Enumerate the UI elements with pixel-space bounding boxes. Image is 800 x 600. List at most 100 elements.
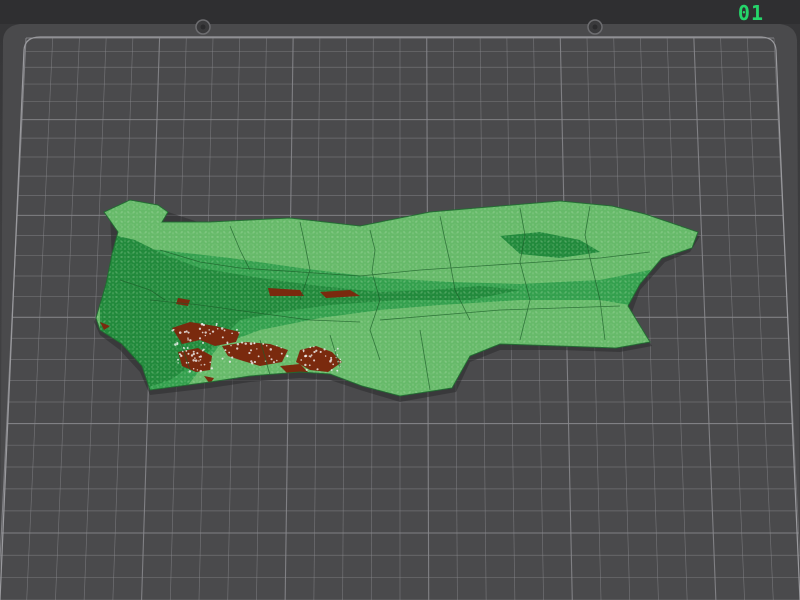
snow-speck [185, 330, 188, 333]
snow-speck [313, 350, 316, 354]
snow-speck [198, 337, 202, 340]
snow-speck [224, 349, 227, 352]
snow-speck [226, 342, 229, 345]
snow-speck [202, 323, 206, 327]
snow-speck [268, 355, 271, 357]
snow-speck [171, 329, 174, 332]
snow-speck [192, 352, 195, 356]
snow-speck [196, 369, 199, 371]
snow-speck [308, 355, 311, 357]
snow-speck [249, 349, 253, 352]
snow-speck [339, 358, 342, 361]
snow-speck [330, 358, 333, 361]
snow-speck [221, 357, 224, 360]
snow-speck [198, 327, 202, 330]
snow-speck [201, 331, 204, 334]
snow-speck [236, 347, 239, 350]
snow-speck [199, 359, 202, 361]
snow-speck [304, 363, 307, 367]
snow-speck [228, 360, 232, 363]
snow-speck [313, 345, 315, 348]
snow-speck [250, 360, 253, 363]
snow-speck [309, 346, 312, 349]
snow-speck [228, 351, 231, 354]
snow-speck [272, 361, 275, 364]
snow-speck [192, 368, 195, 370]
snow-speck [204, 334, 207, 337]
snow-speck [201, 341, 205, 344]
snow-speck [208, 329, 210, 331]
snow-speck [215, 324, 218, 327]
snow-speck [181, 355, 183, 357]
snow-speck [198, 360, 200, 362]
snow-speck [231, 332, 233, 335]
snow-speck [300, 359, 303, 361]
snow-speck [200, 364, 202, 366]
snow-speck [211, 330, 215, 333]
plate-number-label: 01 [737, 1, 764, 25]
snow-speck [220, 327, 224, 330]
snow-speck [339, 360, 342, 363]
snow-speck [204, 331, 207, 334]
pin-icon [195, 19, 211, 35]
snow-speck [269, 348, 273, 351]
snow-speck [336, 354, 339, 356]
snow-speck [185, 350, 188, 352]
snow-speck [276, 359, 278, 362]
snow-speck [189, 339, 192, 342]
snow-speck [286, 355, 289, 358]
snow-speck [231, 356, 234, 359]
snow-speck [178, 353, 181, 356]
snow-speck [186, 347, 189, 349]
snow-speck [241, 341, 244, 344]
snow-speck [330, 356, 333, 359]
snow-speck [256, 348, 258, 350]
snow-speck [209, 332, 211, 335]
snow-speck [187, 337, 189, 339]
snow-speck [236, 343, 240, 346]
snow-speck [304, 354, 308, 358]
snow-speck [332, 363, 335, 366]
snow-speck [177, 358, 179, 361]
snow-speck [265, 344, 268, 347]
snow-speck [323, 348, 326, 351]
snow-speck [305, 368, 308, 371]
snow-speck [316, 368, 319, 371]
snow-speck [196, 352, 199, 355]
snow-speck [194, 359, 198, 362]
snow-speck [336, 347, 339, 350]
snow-speck [187, 331, 190, 334]
snow-speck [210, 367, 213, 370]
snow-speck [177, 362, 179, 364]
snow-speck [257, 355, 260, 358]
snow-speck [221, 336, 224, 339]
snow-speck [262, 342, 265, 345]
snow-speck [280, 352, 283, 355]
snow-speck [249, 342, 253, 345]
snow-speck [276, 344, 278, 347]
snow-speck [238, 331, 240, 334]
snow-speck [270, 358, 273, 361]
snow-speck [230, 344, 232, 347]
scene-canvas[interactable] [0, 0, 800, 600]
snow-speck [319, 350, 322, 354]
snow-speck [188, 370, 191, 373]
snow-speck [248, 351, 251, 355]
snow-speck [253, 360, 257, 364]
build-plate-viewport[interactable]: 01 [0, 0, 800, 600]
snow-speck [336, 369, 339, 372]
snow-speck [199, 369, 203, 373]
snow-speck [216, 327, 219, 330]
snow-speck [313, 359, 316, 362]
snow-speck [315, 349, 318, 352]
snow-speck [235, 328, 238, 331]
snow-speck [330, 369, 333, 372]
snow-speck [192, 350, 195, 353]
snow-speck [192, 359, 195, 362]
snow-speck [187, 352, 190, 355]
snow-speck [199, 355, 202, 358]
snow-speck [308, 364, 311, 367]
snow-speck [176, 343, 179, 346]
snow-speck [187, 339, 189, 341]
snow-speck [194, 357, 196, 359]
